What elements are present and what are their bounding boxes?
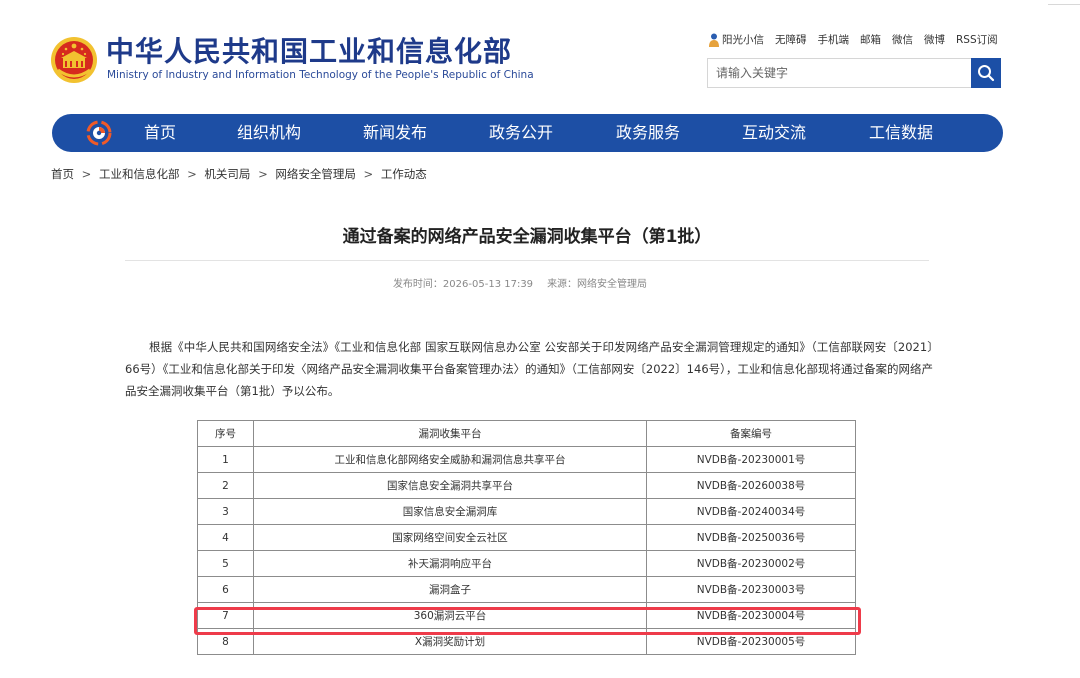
cell-index: 5 xyxy=(197,550,254,577)
nav-item-gov-service[interactable]: 政务服务 xyxy=(616,114,680,152)
table-row-highlighted: 7 360漏洞云平台 NVDB备-20230004号 xyxy=(197,602,856,629)
site-title-en: Ministry of Industry and Information Tec… xyxy=(107,69,534,81)
nav-item-organization[interactable]: 组织机构 xyxy=(237,114,301,152)
header-index: 序号 xyxy=(197,420,254,447)
cell-platform: 漏洞盒子 xyxy=(253,576,647,603)
table-row: 6 漏洞盒子 NVDB备-20230003号 xyxy=(197,576,856,603)
publish-time: 发布时间：2026-05-13 17:39 xyxy=(392,279,534,290)
top-links: 阳光小信 无障碍 手机端 邮箱 微信 微博 RSS订阅 xyxy=(708,32,998,47)
top-link-weibo[interactable]: 微博 xyxy=(924,32,945,47)
breadcrumb: 首页 > 工业和信息化部 > 机关司局 > 网络安全管理局 > 工作动态 xyxy=(51,166,427,182)
cell-record-no: NVDB备-20230005号 xyxy=(646,628,856,655)
search-icon xyxy=(978,65,995,82)
table-row: 5 补天漏洞响应平台 NVDB备-20230002号 xyxy=(197,550,856,577)
cell-platform: 360漏洞云平台 xyxy=(253,602,647,629)
nav-item-data[interactable]: 工信数据 xyxy=(869,114,933,152)
cell-record-no: NVDB备-20230003号 xyxy=(646,576,856,603)
nav-item-home[interactable]: 首页 xyxy=(144,114,176,152)
breadcrumb-separator: > xyxy=(363,167,374,181)
cell-platform: 国家网络空间安全云社区 xyxy=(253,524,647,551)
cell-platform: X漏洞奖励计划 xyxy=(253,628,647,655)
site-title-cn[interactable]: 中华人民共和国工业和信息化部 xyxy=(106,36,512,68)
top-link-wechat[interactable]: 微信 xyxy=(892,32,913,47)
article-meta: 发布时间：2026-05-13 17:39 来源：网络安全管理局 xyxy=(0,275,1040,290)
cell-index: 7 xyxy=(197,602,254,629)
search-input[interactable] xyxy=(708,59,974,87)
breadcrumb-item-work-news[interactable]: 工作动态 xyxy=(381,167,427,181)
cell-record-no: NVDB备-20240034号 xyxy=(646,498,856,525)
cell-record-no: NVDB备-20230004号 xyxy=(646,602,856,629)
cell-index: 2 xyxy=(197,472,254,499)
table-row: 2 国家信息安全漏洞共享平台 NVDB备-20260038号 xyxy=(197,472,856,499)
cell-platform: 国家信息安全漏洞共享平台 xyxy=(253,472,647,499)
cell-platform: 国家信息安全漏洞库 xyxy=(253,498,647,525)
nav-item-gov-open[interactable]: 政务公开 xyxy=(489,114,553,152)
nav-item-news[interactable]: 新闻发布 xyxy=(363,114,427,152)
breadcrumb-separator: > xyxy=(81,167,92,181)
top-link-sunshine[interactable]: 阳光小信 xyxy=(708,32,764,47)
header-platform: 漏洞收集平台 xyxy=(253,420,647,447)
cell-record-no: NVDB备-20230002号 xyxy=(646,550,856,577)
search-box xyxy=(707,58,1001,88)
table-row: 3 国家信息安全漏洞库 NVDB备-20240034号 xyxy=(197,498,856,525)
table-header-row: 序号 漏洞收集平台 备案编号 xyxy=(197,420,856,447)
platform-table-wrapper: 序号 漏洞收集平台 备案编号 1 工业和信息化部网络安全威胁和漏洞信息共享平台 … xyxy=(197,420,856,655)
cell-index: 3 xyxy=(197,498,254,525)
national-emblem-icon xyxy=(51,37,97,83)
search-button[interactable] xyxy=(971,58,1001,88)
breadcrumb-item-departments[interactable]: 机关司局 xyxy=(204,167,250,181)
table-row: 8 X漏洞奖励计划 NVDB备-20230005号 xyxy=(197,628,856,655)
swirl-logo-icon xyxy=(86,120,112,146)
cell-index: 6 xyxy=(197,576,254,603)
breadcrumb-separator: > xyxy=(258,167,268,181)
cell-index: 4 xyxy=(197,524,254,551)
top-link-mobile[interactable]: 手机端 xyxy=(818,32,850,47)
header-record-no: 备案编号 xyxy=(646,420,856,447)
article-source: 来源：网络安全管理局 xyxy=(547,279,648,290)
breadcrumb-item-cyber-bureau[interactable]: 网络安全管理局 xyxy=(275,167,356,181)
breadcrumb-item-miit[interactable]: 工业和信息化部 xyxy=(99,167,180,181)
cell-record-no: NVDB备-20230001号 xyxy=(646,446,856,473)
cell-index: 1 xyxy=(197,446,254,473)
cell-platform: 补天漏洞响应平台 xyxy=(253,550,647,577)
main-nav: 首页 组织机构 新闻发布 政务公开 政务服务 互动交流 工信数据 xyxy=(52,114,1003,152)
breadcrumb-separator: > xyxy=(187,167,197,181)
article-title: 通过备案的网络产品安全漏洞收集平台（第1批） xyxy=(342,227,712,247)
cell-record-no: NVDB备-20260038号 xyxy=(646,472,856,499)
top-link-accessibility[interactable]: 无障碍 xyxy=(775,32,807,47)
nav-item-interaction[interactable]: 互动交流 xyxy=(742,114,806,152)
article-paragraph: 根据《中华人民共和国网络安全法》《工业和信息化部 国家互联网信息办公室 公安部关… xyxy=(125,340,933,398)
breadcrumb-item-home[interactable]: 首页 xyxy=(51,167,74,181)
cell-platform: 工业和信息化部网络安全威胁和漏洞信息共享平台 xyxy=(253,446,647,473)
title-divider xyxy=(125,260,929,261)
table-row: 1 工业和信息化部网络安全威胁和漏洞信息共享平台 NVDB备-20230001号 xyxy=(197,446,856,473)
top-link-mail[interactable]: 邮箱 xyxy=(860,32,881,47)
person-icon xyxy=(709,33,719,47)
corner-divider xyxy=(1048,4,1080,5)
top-link-rss[interactable]: RSS订阅 xyxy=(956,32,998,47)
cell-record-no: NVDB备-20250036号 xyxy=(646,524,856,551)
cell-index: 8 xyxy=(197,628,254,655)
platform-table: 序号 漏洞收集平台 备案编号 1 工业和信息化部网络安全威胁和漏洞信息共享平台 … xyxy=(197,420,856,655)
table-row: 4 国家网络空间安全云社区 NVDB备-20250036号 xyxy=(197,524,856,551)
